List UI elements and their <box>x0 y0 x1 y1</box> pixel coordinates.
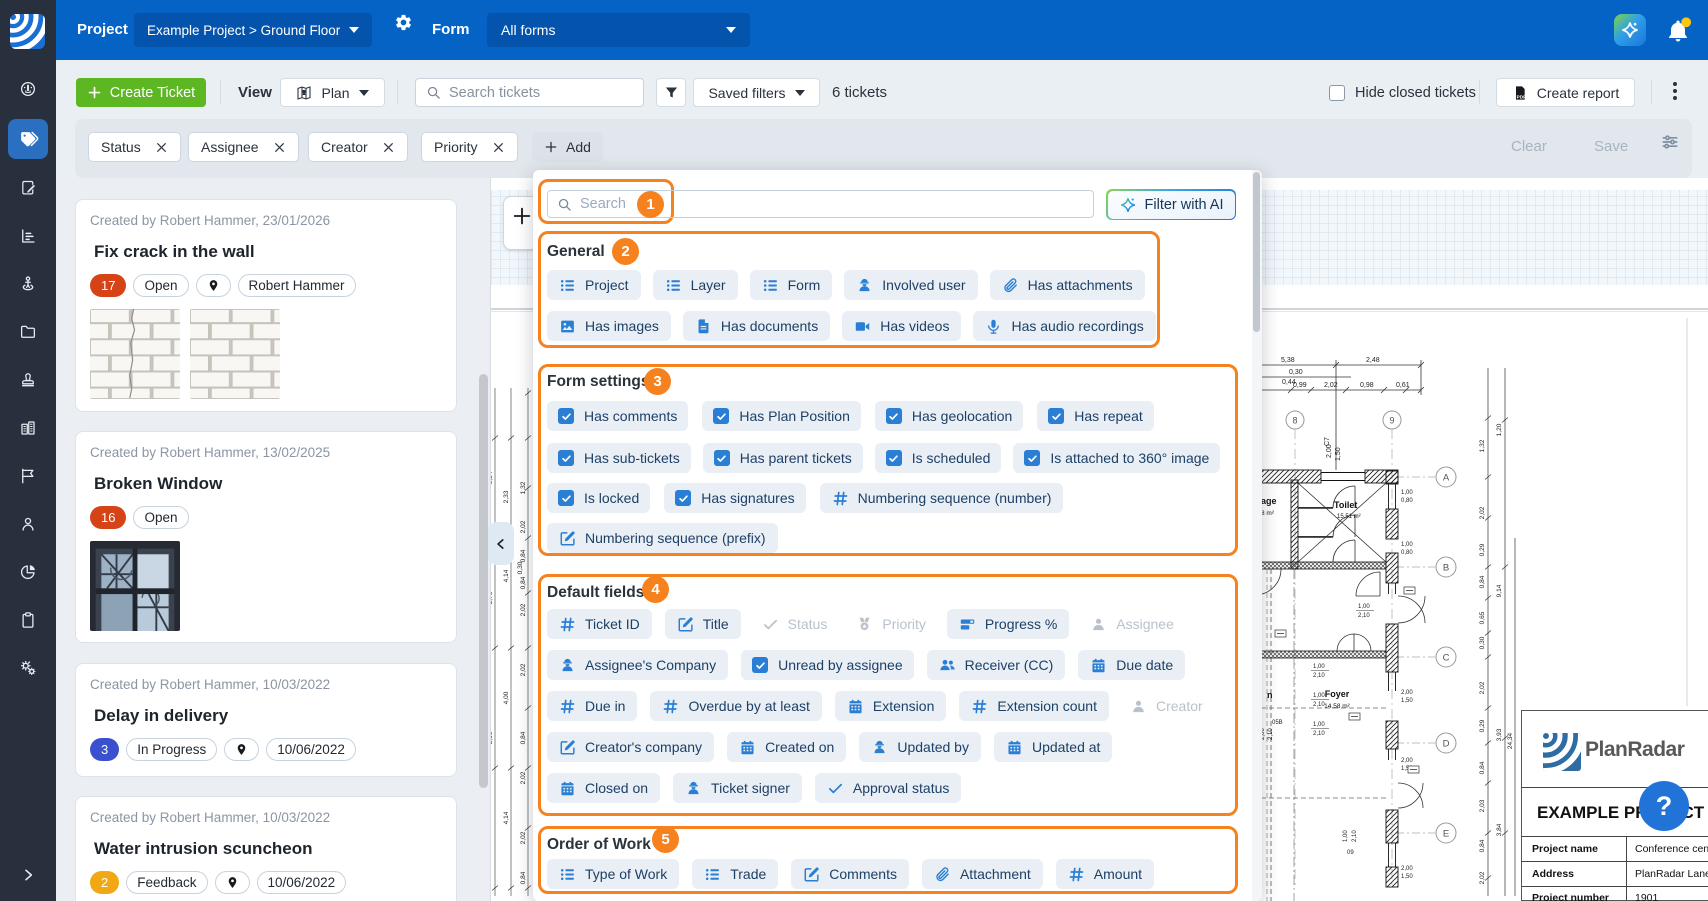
svg-text:0,84: 0,84 <box>1479 761 1486 774</box>
svg-text:0,30: 0,30 <box>517 561 524 574</box>
svg-text:2,02: 2,02 <box>520 520 527 533</box>
svg-text:0,30: 0,30 <box>1479 636 1486 649</box>
svg-text:1,50: 1,50 <box>1335 447 1342 461</box>
svg-text:0,84: 0,84 <box>520 731 527 744</box>
svg-text:1,20: 1,20 <box>1496 423 1503 436</box>
svg-text:1,50: 1,50 <box>1401 874 1413 880</box>
svg-text:0,29: 0,29 <box>1479 719 1486 732</box>
svg-text:3,84: 3,84 <box>1496 823 1503 836</box>
svg-text:1,00: 1,00 <box>1313 693 1325 699</box>
svg-text:1,32: 1,32 <box>520 481 527 494</box>
svg-text:B: B <box>1443 563 1449 574</box>
svg-text:3,93: 3,93 <box>1496 728 1503 741</box>
svg-text:05B: 05B <box>1272 720 1283 726</box>
svg-text:2,00: 2,00 <box>1401 690 1413 696</box>
svg-text:E: E <box>1443 829 1449 840</box>
svg-text:14,58 m²: 14,58 m² <box>1324 703 1350 710</box>
svg-text:1,00: 1,00 <box>1313 722 1325 728</box>
svg-text:0,84: 0,84 <box>520 576 527 589</box>
svg-text:2,02: 2,02 <box>520 831 527 844</box>
svg-text:2,00: 2,00 <box>1401 758 1413 764</box>
svg-text:0,34: 0,34 <box>491 471 494 484</box>
svg-text:2,02: 2,02 <box>520 603 527 616</box>
svg-text:0,80: 0,80 <box>1401 498 1413 504</box>
svg-text:8 m²: 8 m² <box>1261 510 1275 517</box>
svg-text:D: D <box>1443 739 1450 750</box>
svg-text:0,29: 0,29 <box>1479 543 1486 556</box>
svg-text:age: age <box>1261 496 1277 506</box>
svg-text:2,33: 2,33 <box>503 490 510 503</box>
svg-text:2,02: 2,02 <box>520 663 527 676</box>
svg-text:2,10: 2,10 <box>1358 613 1370 619</box>
svg-text:PDF: PDF <box>1516 94 1525 99</box>
svg-text:Toilet: Toilet <box>1334 500 1357 510</box>
svg-text:0,84: 0,84 <box>1479 575 1486 588</box>
svg-text:2,10: 2,10 <box>1313 702 1325 708</box>
svg-text:9: 9 <box>1389 416 1394 426</box>
svg-text:0,98: 0,98 <box>1360 382 1374 389</box>
svg-text:1,00: 1,00 <box>1401 490 1413 496</box>
svg-text:1,32: 1,32 <box>1479 439 1486 452</box>
svg-text:2,00: 2,00 <box>1326 444 1333 458</box>
svg-text:C: C <box>1443 653 1450 664</box>
svg-text:0,84: 0,84 <box>1479 839 1486 852</box>
svg-text:2,02: 2,02 <box>1479 506 1486 519</box>
svg-text:0,61: 0,61 <box>1396 382 1410 389</box>
svg-text:0,80: 0,80 <box>1401 550 1413 556</box>
svg-text:4,00: 4,00 <box>503 691 510 704</box>
svg-text:1,00: 1,00 <box>1358 604 1370 610</box>
svg-text:0,30: 0,30 <box>1289 369 1303 376</box>
svg-text:3,70: 3,70 <box>491 591 494 604</box>
svg-text:2,02: 2,02 <box>520 771 527 784</box>
svg-text:2,10: 2,10 <box>1313 731 1325 737</box>
svg-text:n: n <box>1267 690 1273 700</box>
svg-text:24,34: 24,34 <box>1507 732 1514 749</box>
svg-text:15,51 m²: 15,51 m² <box>1337 514 1361 520</box>
svg-text:3,00: 3,00 <box>491 731 494 744</box>
svg-text:0,65: 0,65 <box>1479 611 1486 624</box>
svg-text:2,48: 2,48 <box>1366 357 1380 364</box>
svg-text:2,02: 2,02 <box>1324 382 1338 389</box>
svg-text:09: 09 <box>1347 850 1354 856</box>
svg-text:2,10: 2,10 <box>1268 728 1274 740</box>
svg-text:Foyer: Foyer <box>1325 689 1350 699</box>
svg-text:5,38: 5,38 <box>1281 357 1295 364</box>
svg-text:0,99: 0,99 <box>1293 382 1307 389</box>
svg-text:1,00: 1,00 <box>1401 542 1413 548</box>
svg-text:9,14: 9,14 <box>1496 584 1503 597</box>
svg-text:1,00: 1,00 <box>1343 830 1349 842</box>
svg-text:1,50: 1,50 <box>1401 698 1413 704</box>
svg-text:2,02: 2,02 <box>1479 681 1486 694</box>
svg-text:1,00: 1,00 <box>1313 664 1325 670</box>
svg-text:4,14: 4,14 <box>503 811 510 824</box>
svg-text:4,14: 4,14 <box>503 569 510 582</box>
svg-text:2,00: 2,00 <box>1401 866 1413 872</box>
svg-text:0,84: 0,84 <box>520 549 527 562</box>
svg-text:2,02: 2,02 <box>1479 871 1486 884</box>
svg-text:8: 8 <box>1292 416 1297 426</box>
svg-text:0,84: 0,84 <box>520 871 527 884</box>
svg-text:2,03: 2,03 <box>1479 799 1486 812</box>
svg-text:2,10: 2,10 <box>1313 673 1325 679</box>
svg-text:A: A <box>1443 473 1450 484</box>
svg-text:2,10: 2,10 <box>1352 830 1358 842</box>
